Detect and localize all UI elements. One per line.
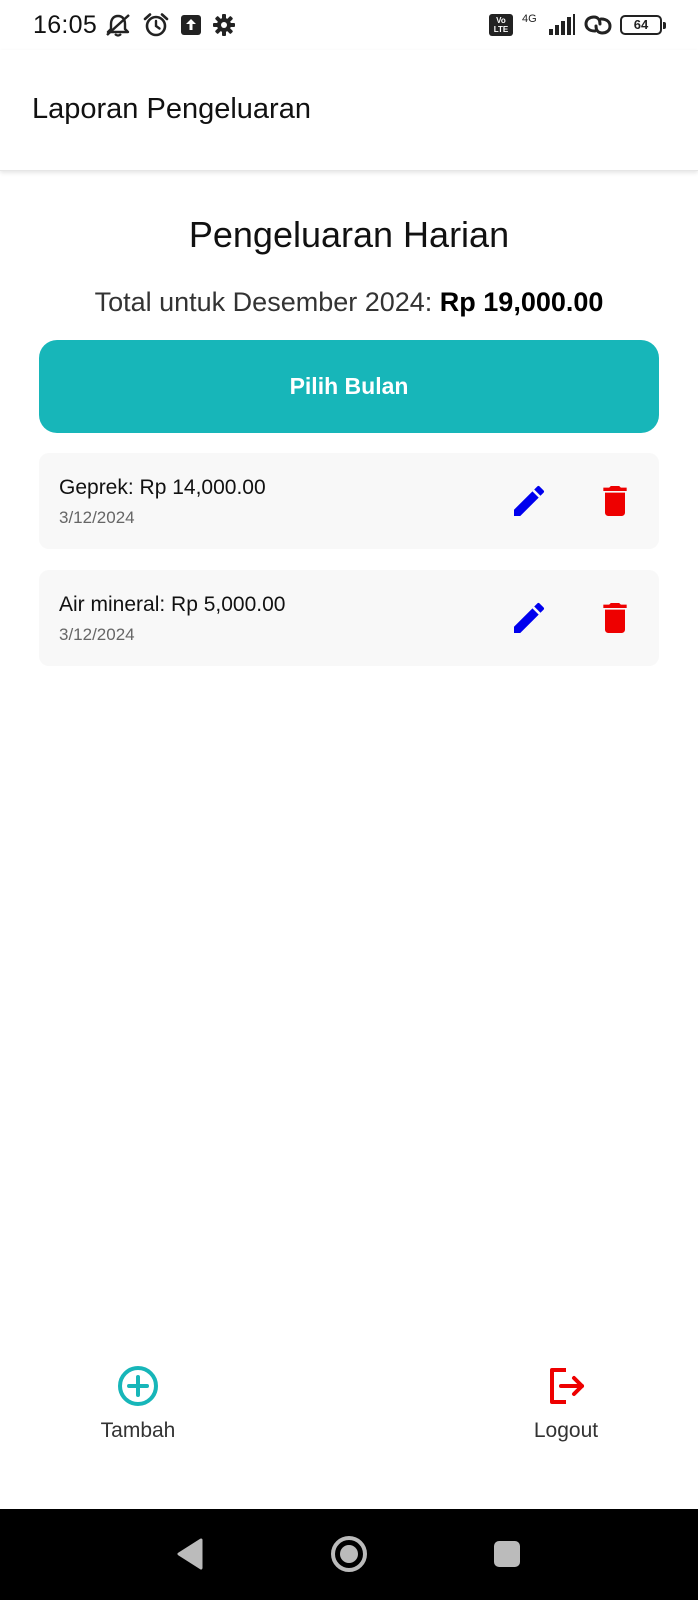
- page-title: Pengeluaran Harian: [188, 214, 510, 255]
- list-item: Air mineral: Rp 5,000.00 3/12/2024: [39, 570, 659, 666]
- network-type: 4G: [520, 12, 542, 38]
- back-triangle-icon: [177, 1538, 203, 1570]
- home-circle-icon: [331, 1536, 367, 1572]
- svg-text:LTE: LTE: [494, 25, 509, 34]
- volte-icon: Vo LTE: [489, 14, 513, 36]
- status-left-icons: [103, 11, 236, 39]
- home-button[interactable]: [324, 1529, 374, 1579]
- app-bar: Laporan Pengeluaran: [0, 50, 698, 171]
- edit-icon: [514, 485, 545, 516]
- expense-title: Air mineral: Rp 5,000.00: [59, 593, 286, 616]
- system-nav-bar: [0, 1509, 698, 1600]
- battery-level: 64: [633, 17, 649, 32]
- expense-date: 3/12/2024: [59, 625, 135, 644]
- add-circle-icon: [118, 1366, 158, 1406]
- logout-icon: [550, 1368, 584, 1404]
- hotspot-link-icon: [584, 15, 612, 35]
- delete-icon: [603, 603, 627, 633]
- edit-button[interactable]: [507, 596, 551, 640]
- recents-button[interactable]: [482, 1529, 532, 1579]
- back-button[interactable]: [165, 1529, 215, 1579]
- add-label: Tambah: [100, 1419, 176, 1442]
- edit-icon: [514, 602, 545, 633]
- signal-icon: [549, 14, 575, 35]
- pick-month-button[interactable]: Pilih Bulan: [39, 340, 659, 433]
- monthly-total: Total untuk Desember 2024: Rp 19,000.00: [0, 284, 698, 320]
- monthly-total-amount: Rp 19,000.00: [439, 287, 604, 317]
- settings-gear-icon: [213, 14, 235, 36]
- delete-icon: [603, 486, 627, 516]
- expense-date: 3/12/2024: [59, 508, 135, 527]
- upload-icon: [181, 15, 201, 35]
- edit-button[interactable]: [507, 479, 551, 523]
- muted-notifications-icon: [106, 14, 130, 37]
- expense-list: Geprek: Rp 14,000.00 3/12/2024 Air miner…: [39, 453, 659, 687]
- monthly-total-label: Total untuk Desember 2024:: [94, 287, 440, 317]
- recents-square-icon: [494, 1541, 520, 1567]
- add-button[interactable]: Tambah: [68, 1364, 208, 1444]
- alarm-icon: [143, 13, 169, 37]
- logout-button[interactable]: Logout: [496, 1364, 636, 1444]
- svg-text:Vo: Vo: [496, 16, 506, 25]
- battery-icon: 64: [620, 15, 666, 35]
- logout-label: Logout: [533, 1419, 599, 1442]
- status-right-icons: Vo LTE 4G 64: [488, 11, 666, 39]
- delete-button[interactable]: [593, 596, 637, 640]
- list-item: Geprek: Rp 14,000.00 3/12/2024: [39, 453, 659, 549]
- expense-title: Geprek: Rp 14,000.00: [59, 476, 266, 499]
- status-time: 16:05: [33, 11, 98, 39]
- network-type-label: 4G: [522, 13, 537, 25]
- bottom-nav: Tambah Logout: [0, 1340, 698, 1460]
- app-title: Laporan Pengeluaran: [32, 93, 311, 125]
- delete-button[interactable]: [593, 479, 637, 523]
- status-bar: 16:05 Vo LTE 4G 64: [0, 0, 698, 50]
